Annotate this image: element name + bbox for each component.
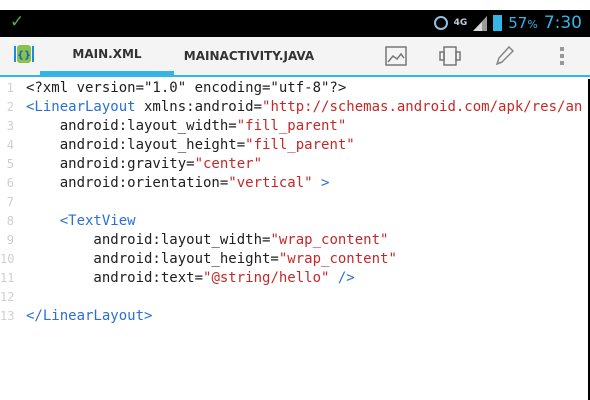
line-number: 8 xyxy=(6,214,14,228)
code-token: android:layout_width= xyxy=(26,118,237,134)
code-line[interactable]: 13 </LinearLayout> xyxy=(0,307,588,326)
code-line[interactable]: 10 android:layout_height="wrap_content" xyxy=(0,250,588,269)
line-number: 13 xyxy=(0,309,15,323)
tab-main-xml[interactable]: MAIN.XML xyxy=(40,37,174,75)
code-text: android:text="@string/hello" /> xyxy=(26,269,355,288)
code-text: android:orientation="vertical" > xyxy=(26,174,330,193)
status-bar: ✓ 4G 57% 7:30 xyxy=(0,10,590,37)
code-line[interactable]: 6 android:orientation="vertical" > xyxy=(0,174,588,193)
edit-pencil-icon[interactable] xyxy=(492,44,516,68)
code-token: <?xml version="1.0" encoding="utf-8"?> xyxy=(26,80,347,96)
code-line[interactable]: 11 android:text="@string/hello" /> xyxy=(0,269,588,288)
layout-icon[interactable] xyxy=(438,44,462,68)
code-token: </LinearLayout> xyxy=(26,308,153,324)
line-number: 5 xyxy=(6,157,14,171)
code-line[interactable]: 9 android:layout_width="wrap_content" xyxy=(0,231,588,250)
line-number: 9 xyxy=(6,233,14,247)
code-line[interactable]: 7 xyxy=(0,193,588,212)
code-token: android:layout_height= xyxy=(26,251,279,267)
code-token: "wrap_content" xyxy=(278,251,397,267)
alarm-icon xyxy=(433,16,448,30)
line-number: 2 xyxy=(6,100,14,114)
code-token: "http://schemas.android.com/apk/res/an xyxy=(262,99,583,115)
code-line[interactable]: 5 android:gravity="center" xyxy=(0,155,588,174)
code-line[interactable]: 3 android:layout_width="fill_parent" xyxy=(0,117,588,136)
line-number: 4 xyxy=(6,138,14,152)
code-text: android:layout_width="fill_parent" xyxy=(26,117,347,136)
line-number: 10 xyxy=(0,252,15,266)
status-icons: 4G 57% 7:30 xyxy=(433,13,582,33)
line-number: 11 xyxy=(0,271,15,285)
action-bar: {} MAIN.XML MAINACTIVITY.JAVA xyxy=(0,37,590,77)
code-token: "vertical" xyxy=(228,175,313,191)
code-line[interactable]: 12 xyxy=(0,288,588,307)
code-line[interactable]: 1 <?xml version="1.0" encoding="utf-8"?> xyxy=(0,79,588,98)
check-icon: ✓ xyxy=(10,12,25,32)
line-number: 6 xyxy=(6,176,14,190)
code-token: <TextView xyxy=(26,213,136,229)
code-text: android:gravity="center" xyxy=(26,155,262,174)
code-token: android:layout_height= xyxy=(26,137,246,153)
code-text: android:layout_height="fill_parent" xyxy=(26,136,355,155)
code-text: <TextView xyxy=(26,212,136,231)
code-token: /> xyxy=(329,270,355,286)
code-token: "fill_parent" xyxy=(245,137,355,153)
code-token: android:gravity= xyxy=(26,156,195,172)
code-editor[interactable]: 1 <?xml version="1.0" encoding="utf-8"?> 2… xyxy=(0,79,588,400)
tab-label: MAIN.XML xyxy=(72,47,142,61)
code-token: <LinearLayout xyxy=(26,99,136,115)
code-token: "@string/hello" xyxy=(203,270,330,286)
image-preview-icon[interactable] xyxy=(384,44,408,68)
code-text: android:layout_height="wrap_content" xyxy=(26,250,397,269)
code-token: android:layout_width= xyxy=(26,232,271,248)
code-token: "center" xyxy=(194,156,263,172)
clock: 7:30 xyxy=(543,13,582,33)
tab-label: MAINACTIVITY.JAVA xyxy=(183,49,315,63)
tab-mainactivity-java[interactable]: MAINACTIVITY.JAVA xyxy=(174,37,324,75)
network-type: 4G xyxy=(453,18,468,28)
line-number: 7 xyxy=(6,195,14,209)
battery-percent: 57% xyxy=(508,14,538,32)
code-text: </LinearLayout> xyxy=(26,307,152,326)
code-token: > xyxy=(312,175,330,191)
code-text: <?xml version="1.0" encoding="utf-8"?> xyxy=(26,79,346,98)
svg-text:{}: {} xyxy=(17,50,31,61)
line-number: 12 xyxy=(0,290,15,304)
app-logo-icon[interactable]: {} xyxy=(13,42,35,66)
battery-icon xyxy=(493,15,503,31)
code-line[interactable]: 4 android:layout_height="fill_parent" xyxy=(0,136,588,155)
code-token: android:text= xyxy=(26,270,204,286)
code-token: "wrap_content" xyxy=(270,232,389,248)
code-token: xmlns:android= xyxy=(135,99,263,115)
code-text: android:layout_width="wrap_content" xyxy=(26,231,388,250)
signal-icon xyxy=(473,15,488,31)
code-token: android:orientation= xyxy=(26,175,229,191)
code-line[interactable]: 2 <LinearLayout xmlns:android="http://sch… xyxy=(0,98,588,117)
code-line[interactable]: 8 <TextView xyxy=(0,212,588,231)
overflow-menu-icon[interactable] xyxy=(550,44,574,68)
code-text: <LinearLayout xmlns:android="http://sche… xyxy=(26,98,582,117)
code-token: "fill_parent" xyxy=(236,118,347,134)
line-number: 1 xyxy=(6,81,14,95)
line-number: 3 xyxy=(6,119,14,133)
